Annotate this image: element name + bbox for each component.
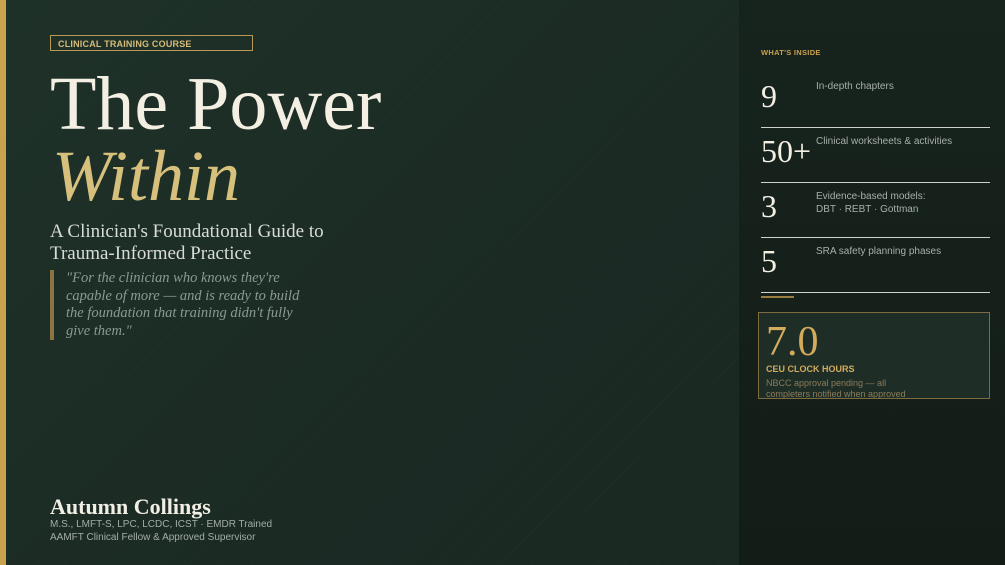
stat-number: 50+	[761, 133, 812, 169]
ceu-hours-card: 7.0 CEU CLOCK HOURS NBCC approval pendin…	[758, 312, 990, 399]
title-line-2: Within	[52, 136, 241, 216]
ceu-approval-note: NBCC approval pending — all completers n…	[766, 378, 906, 399]
stat-models: 3 Evidence-based models: DBT · REBT · Go…	[761, 190, 990, 238]
ceu-hours-label: CEU CLOCK HOURS	[766, 364, 855, 374]
stat-number: 5	[761, 243, 777, 279]
stat-sra-phases: 5 SRA safety planning phases	[761, 245, 990, 293]
ceu-hours-value: 7.0	[766, 319, 819, 365]
cover-main-panel: CLINICAL TRAINING COURSE The Power Withi…	[6, 0, 739, 565]
course-subtitle: A Clinician's Foundational Guide to Trau…	[50, 221, 324, 264]
pull-quote: "For the clinician who knows they're cap…	[50, 270, 311, 340]
whats-inside-sidebar: WHAT'S INSIDE 9 In-depth chapters 50+ Cl…	[739, 0, 1005, 565]
stat-description: SRA safety planning phases	[816, 246, 942, 257]
course-type-tag: CLINICAL TRAINING COURSE	[50, 35, 253, 51]
stat-number: 3	[761, 188, 777, 224]
author-credentials: M.S., LMFT-S, LPC, LCDC, ICST · EMDR Tra…	[50, 519, 273, 530]
stat-description: Clinical worksheets & activities	[816, 136, 953, 147]
stat-worksheets: 50+ Clinical worksheets & activities	[761, 135, 990, 183]
sidebar-heading: WHAT'S INSIDE	[761, 48, 821, 57]
stat-description: In-depth chapters	[816, 81, 894, 92]
stat-description: Evidence-based models: DBT · REBT · Gott…	[816, 191, 926, 215]
author-name: Autumn Collings	[50, 494, 211, 519]
author-affiliation: AAMFT Clinical Fellow & Approved Supervi…	[50, 532, 256, 543]
divider	[761, 296, 794, 298]
stat-number: 9	[761, 78, 777, 114]
stat-chapters: 9 In-depth chapters	[761, 80, 990, 128]
title-line-1: The Power	[50, 62, 382, 146]
